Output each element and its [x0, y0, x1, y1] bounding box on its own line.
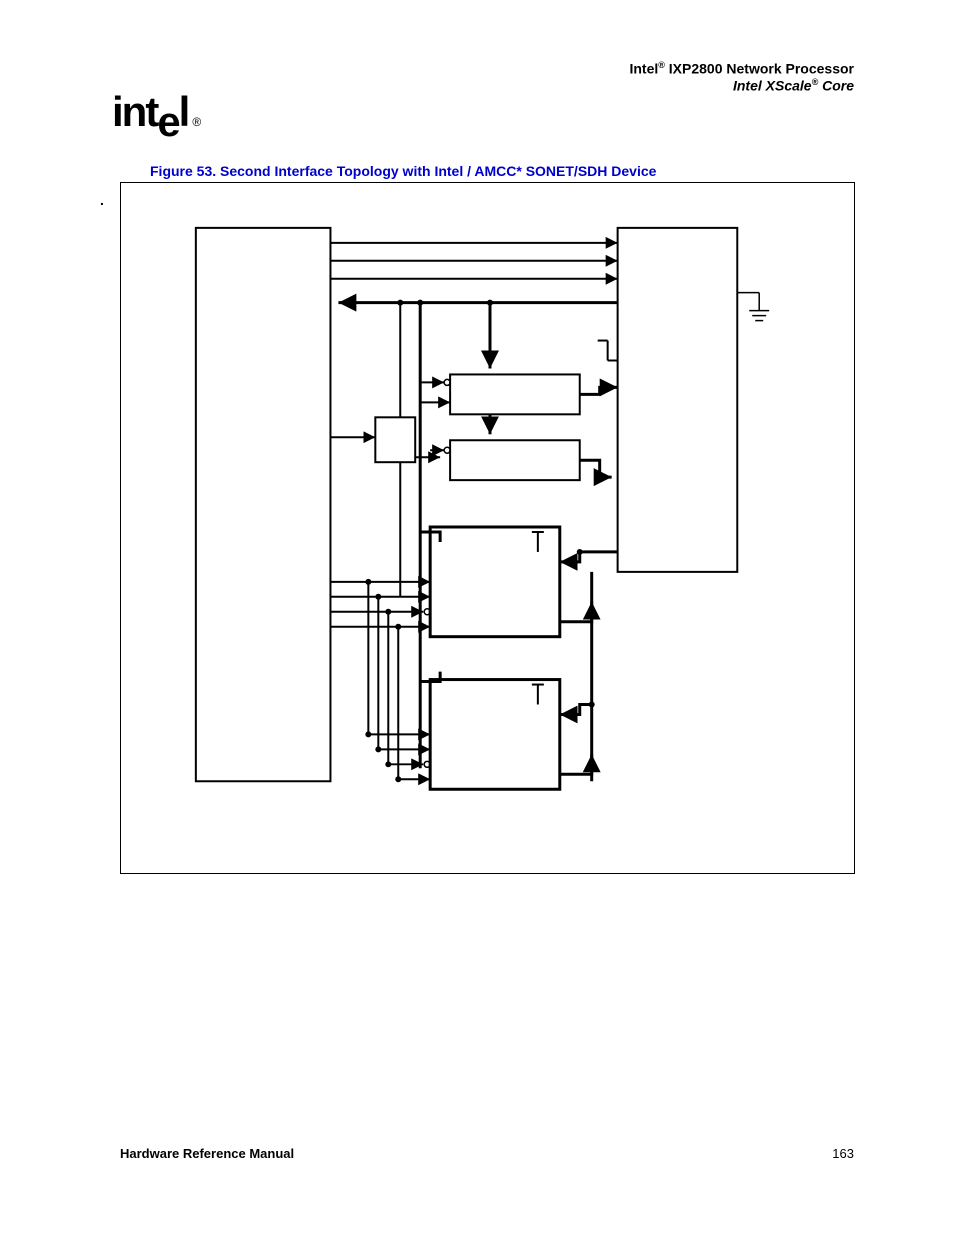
lower-mux-block	[450, 440, 580, 480]
topology-diagram	[121, 183, 854, 873]
interface-block-2	[430, 680, 560, 790]
header-product: IXP2800 Network Processor	[665, 61, 854, 77]
page-number: 163	[832, 1146, 854, 1161]
left-device-block	[196, 228, 331, 781]
figure-caption: Figure 53. Second Interface Topology wit…	[150, 163, 656, 179]
registered-mark: ®	[658, 60, 665, 70]
upper-mux-block	[450, 374, 580, 414]
header-subproduct: Intel XScale	[733, 77, 812, 93]
header-line-2: Intel XScale® Core	[629, 77, 854, 94]
ground-icon	[737, 293, 769, 321]
intel-logo: intel®	[112, 88, 199, 136]
header-line-1: Intel® IXP2800 Network Processor	[629, 60, 854, 77]
bullet: .	[100, 192, 104, 208]
header-core: Core	[818, 77, 854, 93]
diagram-frame	[120, 182, 855, 874]
header-brand: Intel	[629, 61, 658, 77]
interface-block-1	[430, 527, 560, 637]
small-buffer-block	[375, 417, 415, 462]
footer-title: Hardware Reference Manual	[120, 1146, 294, 1161]
page-header: Intel® IXP2800 Network Processor Intel X…	[629, 60, 854, 93]
right-device-block	[618, 228, 738, 572]
